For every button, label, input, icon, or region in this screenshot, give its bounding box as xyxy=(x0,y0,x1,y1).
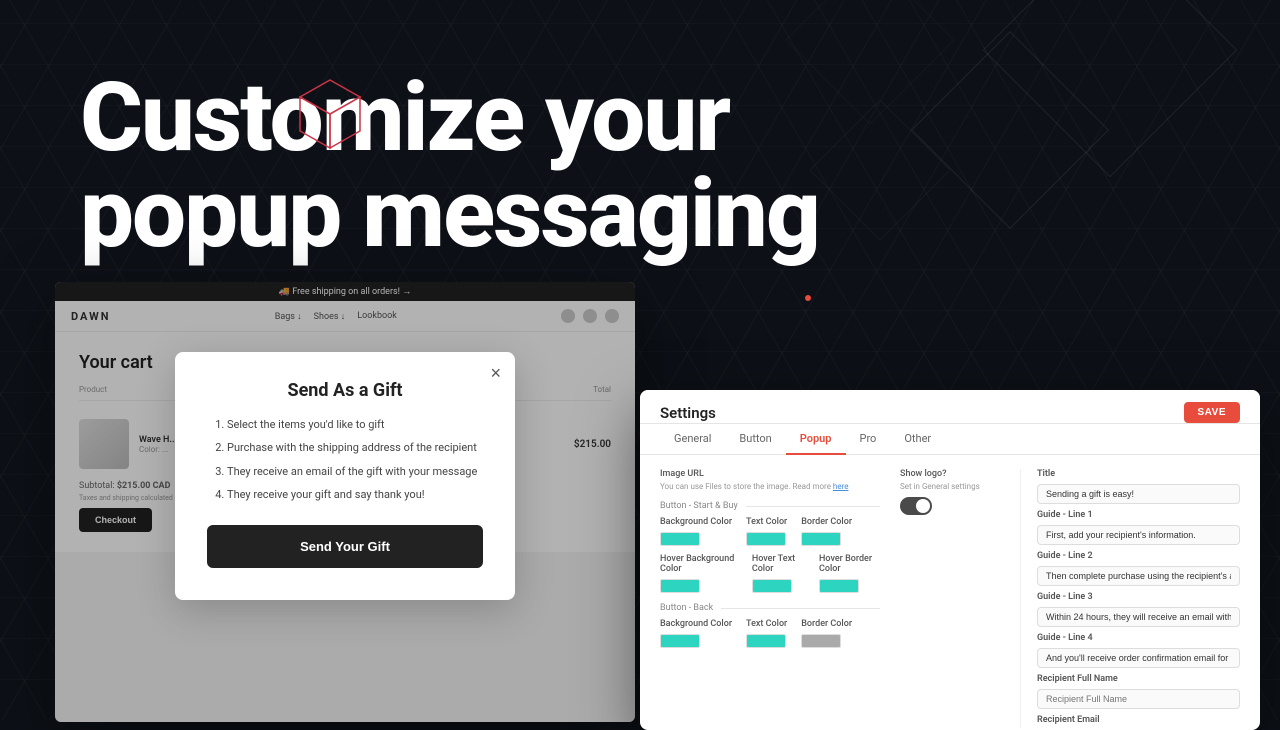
hero-section: Customize your popup messaging xyxy=(80,70,819,262)
title-input[interactable] xyxy=(1037,484,1240,504)
text-color-item: Text Color xyxy=(746,517,787,546)
text-color-label: Text Color xyxy=(746,517,787,527)
border-color-item: Border Color xyxy=(801,517,852,546)
border-color-label: Border Color xyxy=(801,517,852,527)
hero-line2: popup messaging xyxy=(80,166,819,262)
btn-start-section-label: Button - Start & Buy xyxy=(660,501,880,511)
btn-start-hover-colors: Hover Background Color Hover Text Color … xyxy=(660,554,880,593)
hover-text-swatch[interactable] xyxy=(752,579,792,593)
settings-middle-col: Show logo? Set in General settings xyxy=(900,469,1000,728)
hover-bg-label: Hover Background Color xyxy=(660,554,738,574)
show-logo-label: Show logo? xyxy=(900,469,1000,479)
guide1-input[interactable] xyxy=(1037,525,1240,545)
settings-tabs: General Button Popup Pro Other xyxy=(640,424,1260,455)
show-logo-desc: Set in General settings xyxy=(900,482,1000,491)
back-text-color-item: Text Color xyxy=(746,619,787,648)
image-url-group: Image URL You can use Files to store the… xyxy=(660,469,880,491)
red-dot-decoration xyxy=(805,295,811,301)
tab-pro[interactable]: Pro xyxy=(846,424,891,455)
btn-back-colors: Background Color Text Color Border Color xyxy=(660,619,880,648)
recipient-name-input[interactable] xyxy=(1037,689,1240,709)
settings-left-col: Image URL You can use Files to store the… xyxy=(660,469,880,728)
bg-color-item: Background Color xyxy=(660,517,732,546)
guide3-input[interactable] xyxy=(1037,607,1240,627)
back-text-label: Text Color xyxy=(746,619,787,629)
title-field-label: Title xyxy=(1037,469,1240,479)
hover-text-item: Hover Text Color xyxy=(752,554,805,593)
back-text-swatch[interactable] xyxy=(746,634,786,648)
modal-step-2: Purchase with the shipping address of th… xyxy=(227,440,483,455)
save-button[interactable]: SAVE xyxy=(1184,402,1241,423)
settings-header: Settings SAVE xyxy=(640,390,1260,424)
modal-step-3: They receive an email of the gift with y… xyxy=(227,464,483,479)
send-gift-button[interactable]: Send Your Gift xyxy=(207,525,483,568)
tab-other[interactable]: Other xyxy=(890,424,945,455)
back-bg-swatch[interactable] xyxy=(660,634,700,648)
modal-close-button[interactable]: × xyxy=(490,364,501,382)
modal-overlay: × Send As a Gift Select the items you'd … xyxy=(55,282,635,722)
modal-steps: Select the items you'd like to gift Purc… xyxy=(207,417,483,503)
hover-bg-swatch[interactable] xyxy=(660,579,700,593)
tab-button[interactable]: Button xyxy=(725,424,785,455)
guide2-input[interactable] xyxy=(1037,566,1240,586)
modal-step-1: Select the items you'd like to gift xyxy=(227,417,483,432)
modal-title: Send As a Gift xyxy=(207,380,483,401)
hero-title: Customize your popup messaging xyxy=(80,70,819,262)
tab-general[interactable]: General xyxy=(660,424,725,455)
back-bg-label: Background Color xyxy=(660,619,732,629)
show-logo-toggle[interactable] xyxy=(900,497,932,515)
text-color-swatch[interactable] xyxy=(746,532,786,546)
recipient-email-label: Recipient Email xyxy=(1037,715,1240,725)
btn-back-section-label: Button - Back xyxy=(660,603,880,613)
guide2-label: Guide - Line 2 xyxy=(1037,551,1240,561)
hover-border-item: Hover Border Color xyxy=(819,554,880,593)
btn-start-colors: Background Color Text Color Border Color xyxy=(660,517,880,546)
cube-icon xyxy=(290,75,370,169)
guide4-label: Guide - Line 4 xyxy=(1037,633,1240,643)
guide4-input[interactable] xyxy=(1037,648,1240,668)
back-border-swatch[interactable] xyxy=(801,634,841,648)
back-border-label: Border Color xyxy=(801,619,852,629)
hover-border-swatch[interactable] xyxy=(819,579,859,593)
recipient-name-label: Recipient Full Name xyxy=(1037,674,1240,684)
image-url-label: Image URL xyxy=(660,469,880,479)
bg-color-label: Background Color xyxy=(660,517,732,527)
guide1-label: Guide - Line 1 xyxy=(1037,510,1240,520)
hover-bg-item: Hover Background Color xyxy=(660,554,738,593)
settings-screenshot: Settings SAVE General Button Popup Pro O… xyxy=(640,390,1260,730)
store-screenshot: 🚚 Free shipping on all orders! → DAWN Ba… xyxy=(55,282,635,722)
tab-popup[interactable]: Popup xyxy=(786,424,846,455)
back-border-color-item: Border Color xyxy=(801,619,852,648)
guide3-label: Guide - Line 3 xyxy=(1037,592,1240,602)
modal-step-4: They receive your gift and say thank you… xyxy=(227,487,483,502)
image-url-desc: You can use Files to store the image. Re… xyxy=(660,482,880,491)
settings-right-col: Title Guide - Line 1 Guide - Line 2 Guid… xyxy=(1020,469,1240,728)
settings-title: Settings xyxy=(660,404,716,422)
gift-modal: × Send As a Gift Select the items you'd … xyxy=(175,352,515,600)
border-color-swatch[interactable] xyxy=(801,532,841,546)
hover-text-label: Hover Text Color xyxy=(752,554,805,574)
settings-body: Image URL You can use Files to store the… xyxy=(640,455,1260,730)
bg-color-swatch[interactable] xyxy=(660,532,700,546)
hover-border-label: Hover Border Color xyxy=(819,554,880,574)
back-bg-color-item: Background Color xyxy=(660,619,732,648)
hero-line1: Customize your xyxy=(80,70,819,166)
